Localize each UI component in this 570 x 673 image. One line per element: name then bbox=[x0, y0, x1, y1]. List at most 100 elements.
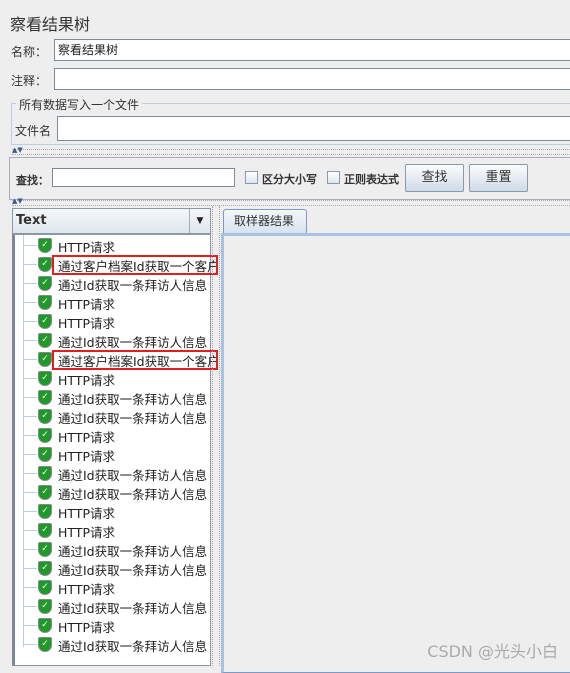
regex-checkbox[interactable] bbox=[327, 171, 340, 184]
tree-item[interactable]: ✓ 通过Id获取一条拜访人信息 bbox=[15, 407, 211, 426]
tree-item-label: HTTP请求 bbox=[58, 525, 115, 540]
name-label: 名称： bbox=[11, 45, 48, 59]
tree-connector bbox=[23, 606, 37, 607]
tree-item[interactable]: ✓ 通过Id获取一条拜访人信息 bbox=[15, 274, 211, 293]
renderer-select[interactable]: Text ▼ bbox=[12, 208, 211, 234]
tree-item[interactable]: ✓ 通过Id获取一条拜访人信息 bbox=[15, 483, 211, 502]
success-shield-icon: ✓ bbox=[38, 599, 52, 614]
tree-item[interactable]: ✓ 通过客户档案Id获取一个客户 bbox=[15, 255, 220, 275]
tree-connector bbox=[23, 378, 37, 379]
tree-item[interactable]: ✓ HTTP请求 bbox=[15, 312, 211, 331]
tree-connector bbox=[23, 587, 37, 588]
tree-item-label: 通过Id获取一条拜访人信息 bbox=[58, 335, 208, 350]
success-shield-icon: ✓ bbox=[38, 542, 52, 557]
tree-item[interactable]: ✓ HTTP请求 bbox=[15, 236, 211, 255]
file-label: 文件名 bbox=[15, 124, 52, 138]
file-group-title: 所有数据写入一个文件 bbox=[16, 96, 143, 113]
tree-item-label: 通过Id获取一条拜访人信息 bbox=[58, 601, 208, 616]
tree-item-label: 通过Id获取一条拜访人信息 bbox=[58, 468, 208, 483]
tree-connector bbox=[23, 397, 37, 398]
tree-connector bbox=[23, 416, 37, 417]
tree-connector bbox=[23, 625, 37, 626]
success-shield-icon: ✓ bbox=[38, 390, 52, 405]
splitter-top[interactable]: ▲▼ bbox=[12, 146, 570, 155]
tree-item[interactable]: ✓ HTTP请求 bbox=[15, 521, 211, 540]
success-shield-icon: ✓ bbox=[38, 276, 52, 291]
tree-item-label: HTTP请求 bbox=[58, 373, 115, 388]
tree-connector bbox=[23, 264, 37, 265]
tree-item[interactable]: ✓ 通过Id获取一条拜访人信息 bbox=[15, 331, 211, 350]
success-shield-icon: ✓ bbox=[38, 637, 52, 652]
tree-item[interactable]: ✓ HTTP请求 bbox=[15, 502, 211, 521]
reset-button[interactable]: 重置 bbox=[469, 164, 528, 192]
tree-item[interactable]: ✓ 通过Id获取一条拜访人信息 bbox=[15, 388, 211, 407]
comment-input[interactable] bbox=[54, 68, 570, 90]
tree-connector bbox=[23, 568, 37, 569]
success-shield-icon: ✓ bbox=[38, 504, 52, 519]
regex-label: 正则表达式 bbox=[344, 173, 399, 186]
tree-connector bbox=[23, 283, 37, 284]
panel-title: 察看结果树 bbox=[10, 15, 91, 34]
file-input[interactable] bbox=[57, 116, 570, 141]
tree-item[interactable]: ✓ 通过Id获取一条拜访人信息 bbox=[15, 597, 211, 616]
success-shield-icon: ✓ bbox=[38, 333, 52, 348]
success-shield-icon: ✓ bbox=[38, 352, 52, 367]
tree-item-label: 通过Id获取一条拜访人信息 bbox=[58, 639, 208, 654]
tree-item-label: HTTP请求 bbox=[58, 449, 115, 464]
highlight-box bbox=[52, 350, 218, 370]
tree-connector bbox=[23, 511, 37, 512]
success-shield-icon: ✓ bbox=[38, 466, 52, 481]
search-input[interactable] bbox=[52, 168, 235, 187]
success-shield-icon: ✓ bbox=[38, 561, 52, 576]
tree-connector bbox=[23, 549, 37, 550]
tree-item[interactable]: ✓ HTTP请求 bbox=[15, 369, 211, 388]
collapse-arrows-icon[interactable]: ▲▼ bbox=[12, 197, 23, 205]
tree-item[interactable]: ✓ 通过Id获取一条拜访人信息 bbox=[15, 559, 211, 578]
tree-item[interactable]: ✓ HTTP请求 bbox=[15, 445, 211, 464]
success-shield-icon: ✓ bbox=[38, 314, 52, 329]
tree-connector bbox=[23, 435, 37, 436]
results-tree[interactable]: ✓ HTTP请求 ✓ 通过客户档案Id获取一个客户 ✓ 通过Id获取一条拜访人信息 ✓ HTT… bbox=[12, 234, 220, 666]
collapse-arrows-icon[interactable]: ▲▼ bbox=[12, 146, 23, 154]
tree-item-label: 通过Id获取一条拜访人信息 bbox=[58, 487, 208, 502]
success-shield-icon: ✓ bbox=[38, 447, 52, 462]
tree-item[interactable]: ✓ 通过Id获取一条拜访人信息 bbox=[15, 635, 211, 654]
tree-item[interactable]: ✓ HTTP请求 bbox=[15, 426, 211, 445]
tree-item-label: HTTP请求 bbox=[58, 582, 115, 597]
success-shield-icon: ✓ bbox=[38, 295, 52, 310]
success-shield-icon: ✓ bbox=[38, 409, 52, 424]
tree-connector bbox=[23, 530, 37, 531]
tree-item[interactable]: ✓ 通过Id获取一条拜访人信息 bbox=[15, 540, 211, 559]
vertical-splitter[interactable] bbox=[212, 206, 220, 666]
success-shield-icon: ✓ bbox=[38, 580, 52, 595]
tree-item-label: 通过Id获取一条拜访人信息 bbox=[58, 278, 208, 293]
tree-item[interactable]: ✓ HTTP请求 bbox=[15, 616, 211, 635]
find-button[interactable]: 查找 bbox=[405, 164, 464, 192]
search-label: 查找： bbox=[16, 174, 49, 187]
tree-item[interactable]: ✓ HTTP请求 bbox=[15, 578, 211, 597]
tree-connector bbox=[23, 473, 37, 474]
case-sensitive-checkbox[interactable] bbox=[245, 171, 258, 184]
name-input[interactable]: 察看结果树 bbox=[54, 39, 570, 61]
tree-item-label: 通过Id获取一条拜访人信息 bbox=[58, 544, 208, 559]
tree-item-label: HTTP请求 bbox=[58, 620, 115, 635]
chevron-down-icon[interactable]: ▼ bbox=[189, 209, 210, 233]
tree-item-label: HTTP请求 bbox=[58, 240, 115, 255]
success-shield-icon: ✓ bbox=[38, 257, 52, 272]
tree-connector bbox=[23, 321, 37, 322]
sampler-result-panel bbox=[221, 233, 570, 673]
tree-item-label: HTTP请求 bbox=[58, 506, 115, 521]
tree-item-label: HTTP请求 bbox=[58, 430, 115, 445]
tab-sampler-result[interactable]: 取样器结果 bbox=[223, 209, 307, 233]
tree-connector bbox=[23, 359, 37, 360]
tree-item[interactable]: ✓ 通过客户档案Id获取一个客户 bbox=[15, 350, 220, 370]
tree-item[interactable]: ✓ HTTP请求 bbox=[15, 293, 211, 312]
success-shield-icon: ✓ bbox=[38, 238, 52, 253]
tree-connector bbox=[23, 245, 37, 246]
tree-item[interactable]: ✓ 通过Id获取一条拜访人信息 bbox=[15, 464, 211, 483]
success-shield-icon: ✓ bbox=[38, 618, 52, 633]
tree-item-label: 通过Id获取一条拜访人信息 bbox=[58, 392, 208, 407]
comment-label: 注释： bbox=[11, 74, 48, 88]
splitter-middle[interactable]: ▲▼ bbox=[12, 197, 570, 206]
watermark: CSDN @光头小白 bbox=[427, 642, 558, 661]
